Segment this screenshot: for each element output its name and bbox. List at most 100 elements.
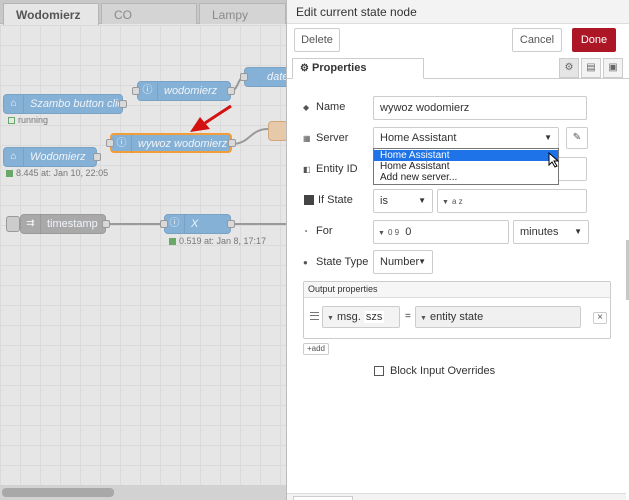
server-option-1[interactable]: Home Assistant	[374, 150, 558, 161]
tab-wodomierz[interactable]: Wodomierz	[3, 3, 99, 25]
node-wodomierz[interactable]: ⓘ wodomierz	[137, 81, 231, 101]
node-date[interactable]: date	[244, 67, 286, 87]
node-wodomierz-entity[interactable]: ⌂ Wodomierz	[3, 147, 97, 167]
chevron-down-icon: ▼	[418, 257, 426, 266]
horizontal-scrollbar[interactable]	[0, 485, 286, 500]
entity-id-label: ◧ Entity ID	[303, 163, 358, 175]
tab-lampy[interactable]: Lampy	[199, 3, 286, 24]
panel-title: Edit current state node	[287, 0, 629, 24]
status-dot-icon	[169, 238, 176, 245]
remove-property-button[interactable]: ×	[593, 312, 607, 324]
output-port[interactable]	[228, 139, 236, 147]
chevron-down-icon: ▼	[574, 227, 582, 236]
block-input-overrides-label: Block Input Overrides	[390, 365, 496, 377]
node-x[interactable]: ⓘ X	[164, 214, 231, 234]
scrollbar-thumb[interactable]	[2, 488, 114, 497]
drag-handle-icon[interactable]	[310, 312, 319, 320]
server-select[interactable]: Home Assistant ▼	[373, 127, 559, 149]
edit-server-button[interactable]: ✎	[566, 127, 588, 149]
type-select-caret-icon: ▼	[442, 199, 449, 206]
server-option-add[interactable]: Add new server...	[374, 172, 558, 183]
output-port[interactable]	[93, 153, 101, 161]
status-x: 0.519 at: Jan 8, 17:17	[169, 236, 266, 246]
node-wywoz-wodomierz[interactable]: ⓘ wywoz wodomierz	[110, 133, 232, 153]
flow-workspace: Wodomierz CO Lampy ⌂ Szambo button click…	[0, 0, 286, 500]
cube-icon: ◧	[303, 165, 311, 174]
input-port[interactable]	[160, 220, 168, 228]
output-property-value[interactable]: ▼ entity state	[415, 306, 581, 328]
server-label: ▦ Server	[303, 132, 349, 144]
node-szambo-button[interactable]: ⌂ Szambo button click	[3, 94, 128, 114]
chevron-down-icon: ▼	[544, 133, 552, 142]
number-type-icon: 0 9	[388, 228, 400, 237]
inject-arrow-icon: ⇉	[21, 215, 41, 233]
name-input[interactable]: wywoz wodomierz	[373, 96, 587, 120]
home-assistant-icon: ⌂	[4, 95, 24, 113]
server-option-2[interactable]: Home Assistant	[374, 161, 558, 172]
output-port[interactable]	[227, 220, 235, 228]
output-properties-box: Output properties ▼ msg. szs = ▼ entity …	[303, 281, 611, 339]
output-port[interactable]	[227, 87, 235, 95]
status-ring-icon	[8, 117, 15, 124]
description-icon[interactable]: ▤	[581, 58, 601, 78]
input-port[interactable]	[240, 73, 248, 81]
tab-properties[interactable]: ⚙ Properties	[292, 58, 424, 79]
info-icon: ⓘ	[112, 135, 132, 153]
info-icon: ⓘ	[138, 82, 158, 100]
output-port[interactable]	[102, 220, 110, 228]
server-dropdown-list: Home Assistant Home Assistant Add new se…	[373, 148, 559, 185]
node-offscreen[interactable]	[268, 121, 286, 141]
panel-footer	[287, 493, 626, 500]
edit-node-panel: Edit current state node Delete Cancel Do…	[286, 0, 629, 500]
chevron-down-icon: ▼	[418, 196, 426, 205]
add-property-button[interactable]: +add	[303, 343, 329, 355]
for-label: ◔ For	[303, 225, 333, 237]
arrow-line	[204, 104, 232, 125]
tag-icon: ◆	[303, 103, 310, 112]
for-unit-select[interactable]: minutes ▼	[513, 220, 589, 244]
block-input-overrides-checkbox[interactable]	[374, 366, 384, 376]
if-state-operator-select[interactable]: is ▼	[373, 189, 433, 213]
done-button[interactable]: Done	[572, 28, 616, 52]
node-timestamp[interactable]: ⇉ timestamp	[20, 214, 106, 234]
output-port[interactable]	[119, 100, 127, 108]
name-label: ◆ Name	[303, 101, 346, 113]
string-type-icon: a z	[452, 197, 463, 206]
tab-co[interactable]: CO	[101, 3, 197, 24]
equals-sign: =	[405, 311, 411, 322]
status-szambo: running	[8, 115, 48, 125]
type-select-caret-icon: ▼	[420, 315, 427, 322]
server-icon: ▦	[303, 134, 311, 143]
clock-icon: ◔	[303, 227, 308, 236]
home-assistant-icon: ⌂	[4, 148, 24, 166]
pencil-icon: ✎	[572, 132, 582, 143]
cancel-button[interactable]: Cancel	[512, 28, 562, 52]
for-value-input[interactable]: ▼ 0 9 0	[373, 220, 509, 244]
tint-icon: ●	[303, 258, 308, 267]
input-port[interactable]	[132, 87, 140, 95]
delete-button[interactable]: Delete	[294, 28, 340, 52]
state-type-label: ● State Type	[303, 256, 369, 268]
output-properties-title: Output properties	[304, 282, 610, 298]
type-select-caret-icon: ▼	[327, 315, 334, 322]
properties-gear-icon[interactable]: ⚙	[559, 58, 579, 78]
arrow-head	[190, 117, 210, 132]
panel-tabs: ⚙ Properties ⚙ ▤ ▣	[287, 58, 629, 79]
input-port[interactable]	[106, 139, 114, 147]
flow-tab-bar: Wodomierz CO Lampy	[0, 0, 286, 25]
inject-button[interactable]	[6, 216, 20, 232]
footer-tab[interactable]	[293, 496, 353, 500]
gear-icon: ⚙	[300, 63, 309, 74]
state-type-select[interactable]: Number ▼	[373, 250, 433, 274]
flow-canvas[interactable]: ⌂ Szambo button click running ⓘ wodomier…	[0, 25, 286, 485]
status-wodomierz-entity: 8.445 at: Jan 10, 22:05	[6, 168, 108, 178]
info-icon: ⓘ	[165, 215, 185, 233]
type-select-caret-icon: ▼	[378, 230, 385, 237]
wire-wywoz-right	[231, 128, 269, 145]
status-dot-icon	[6, 170, 13, 177]
if-state-checkbox[interactable]	[304, 195, 314, 205]
output-property-name[interactable]: ▼ msg. szs	[322, 306, 400, 328]
appearance-icon[interactable]: ▣	[603, 58, 623, 78]
if-state-value-input[interactable]: ▼ a z	[437, 189, 587, 213]
if-state-label: If State	[318, 194, 353, 206]
